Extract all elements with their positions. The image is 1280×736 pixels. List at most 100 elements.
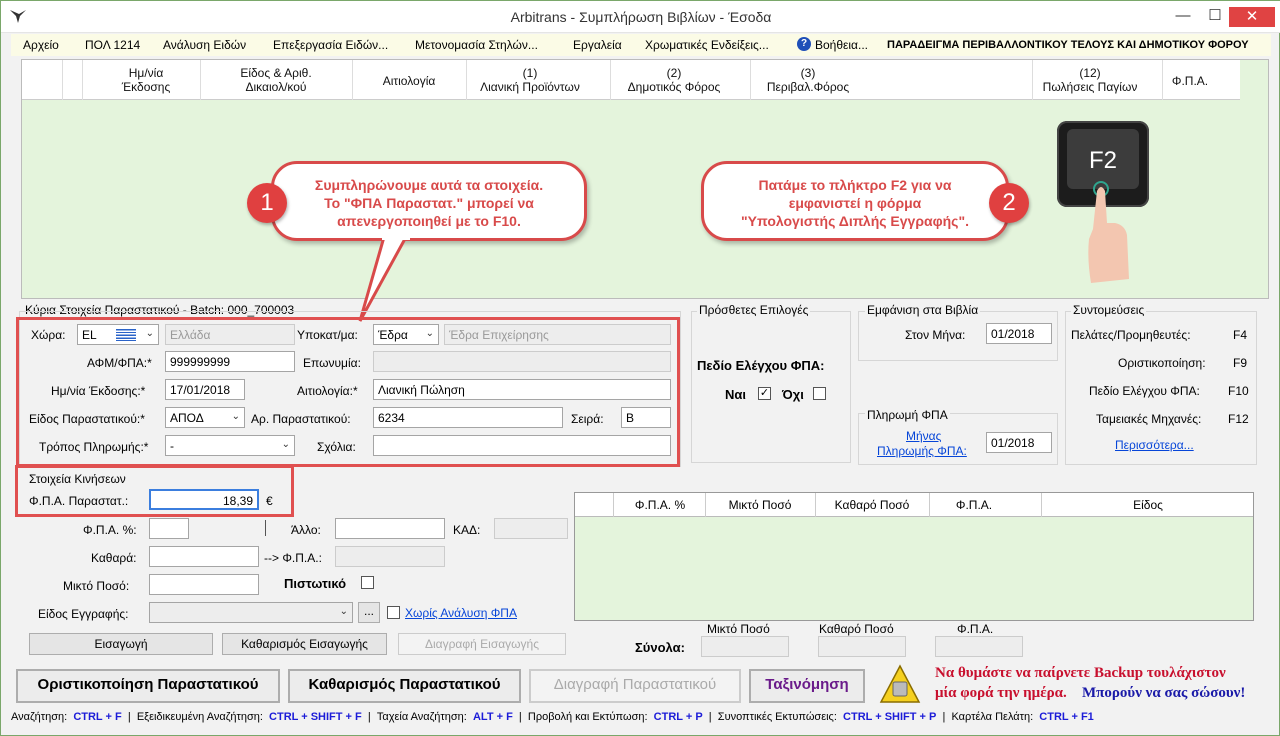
books-month-label: Στον Μήνα: [905, 328, 966, 342]
app-window: Arbitrans - Συμπλήρωση Βιβλίων - Έσοδα —… [0, 0, 1280, 736]
col-reason: Αιτιολογία [382, 74, 436, 88]
entry-type-browse-button[interactable]: ... [358, 602, 380, 623]
finger-press-icon [1088, 181, 1129, 283]
company-name-label: Επωνυμία: [303, 356, 361, 370]
menu-bar: Αρχείο ΠΟΛ 1214 Ανάλυση Ειδών Επεξεργασί… [11, 34, 1271, 56]
vat-payment-legend: Πληρωμή ΦΠΑ [865, 408, 950, 422]
status-adv-search-key: CTRL + SHIFT + F [269, 711, 362, 723]
series-input[interactable]: Β [621, 407, 671, 428]
status-search-key: CTRL + F [73, 711, 122, 723]
menu-item-editing[interactable]: Επεξεργασία Ειδών... [273, 38, 388, 52]
status-print-label: Προβολή και Εκτύπωση: [527, 711, 648, 723]
branch-select[interactable]: Έδρα ⌄ [373, 324, 439, 345]
menu-file[interactable]: Αρχείο [23, 38, 59, 52]
backup-note-line-1: Να θυμάστε να παίρνετε Backup τουλάχιστο… [935, 665, 1226, 681]
afm-input[interactable]: 999999999 [165, 351, 295, 372]
credit-checkbox[interactable] [361, 576, 374, 589]
help-icon: ? [797, 37, 811, 51]
vat-payment-month-link[interactable]: Μήνας [906, 429, 941, 443]
col-municipal-tax: (2) Δημοτικός Φόρος [627, 66, 721, 94]
greek-flag-icon [116, 329, 136, 341]
country-label: Χώρα: [31, 328, 66, 342]
chevron-down-icon: ⌄ [145, 328, 154, 339]
col-item-type: Είδος [1133, 498, 1163, 512]
documents-grid-header: Ημ/νία Έκδοσης Είδος & Αριθ. Δικαιολ/κού Α… [22, 60, 1240, 100]
entry-type-label: Είδος Εγγραφής: [38, 607, 129, 621]
company-name-field [373, 351, 671, 372]
close-button[interactable]: ✕ [1229, 7, 1275, 27]
col-vat-pct: Φ.Π.Α. % [634, 498, 686, 512]
col-retail: (1) Λιανική Προϊόντων [480, 66, 580, 94]
menu-help[interactable]: Βοήθεια... [815, 38, 868, 52]
no-vat-analysis-checkbox[interactable] [387, 606, 400, 619]
status-summary-print-key: CTRL + SHIFT + P [843, 711, 937, 723]
reason-input[interactable]: Λιανική Πώληση [373, 379, 671, 400]
other-label: Άλλο: [291, 523, 321, 537]
col-vat-amount: Φ.Π.Α. [955, 498, 993, 512]
afm-label: ΑΦΜ/ΦΠΑ:* [87, 356, 152, 370]
backup-note-line-2b: Μπορούν να σας σώσουν! [1082, 685, 1246, 701]
menu-color-indicators[interactable]: Χρωματικές Ενδείξεις... [645, 38, 769, 52]
status-customer-card-key: CTRL + F1 [1039, 711, 1094, 723]
maximize-button[interactable]: ☐ [1201, 5, 1229, 27]
lines-grid[interactable]: Φ.Π.Α. % Μικτό Ποσό Καθαρό Ποσό Φ.Π.Α. Ε… [574, 492, 1254, 621]
col-fixed-assets: (12) Πωλήσεις Παγίων [1042, 66, 1138, 94]
arrow-vat-label: --> Φ.Π.Α.: [264, 551, 322, 565]
reason-label: Αιτιολογία:* [297, 384, 358, 398]
payment-method-label: Τρόπος Πληρωμής:* [39, 440, 149, 454]
clear-document-button[interactable]: Καθαρισμός Παραστατικού [288, 669, 521, 703]
clear-insert-button[interactable]: Καθαρισμός Εισαγωγής [222, 633, 387, 655]
issue-date-label: Ημ/νία Έκδοσης:* [51, 384, 146, 398]
chevron-down-icon: ⌄ [281, 439, 290, 450]
books-month-input[interactable]: 01/2018 [986, 323, 1052, 344]
kad-label: ΚΑΔ: [453, 523, 481, 537]
col-issue-date: Ημ/νία Έκδοσης [121, 66, 171, 94]
entry-type-select[interactable]: ⌄ [149, 602, 353, 623]
col-doc-type: Είδος & Αριθ. Δικαιολ/κού [240, 66, 312, 94]
status-search-label: Αναζήτηση: [11, 711, 68, 723]
minimize-button[interactable]: — [1169, 5, 1197, 27]
col-environmental-tax: (3) Περιβαλ.Φόρος [766, 66, 850, 94]
backup-note-line-2a: μία φορά την ημέρα. [935, 685, 1067, 701]
menu-rename-columns[interactable]: Μετονομασία Στηλών... [415, 38, 538, 52]
gross-input[interactable] [149, 574, 259, 595]
totals-vat-field [935, 636, 1023, 657]
warning-icon [879, 664, 921, 703]
status-bar: Αναζήτηση: CTRL + F | Εξειδικευμένη Αναζ… [11, 711, 1094, 723]
shortcut-vat-field-key: F10 [1228, 384, 1249, 398]
doc-type-select[interactable]: ΑΠΟΔ ⌄ [165, 407, 245, 428]
vat-doc-input[interactable]: 18,39 [149, 489, 259, 510]
menu-tools[interactable]: Εργαλεία [573, 38, 622, 52]
net-input[interactable] [149, 546, 259, 567]
insert-button[interactable]: Εισαγωγή [29, 633, 213, 655]
menu-item-analysis[interactable]: Ανάλυση Ειδών [163, 38, 246, 52]
issue-date-input[interactable]: 17/01/2018 [165, 379, 245, 400]
shortcut-vat-field-label: Πεδίο Ελέγχου ΦΠΑ: [1089, 384, 1200, 398]
payment-method-select[interactable]: - ⌄ [165, 435, 295, 456]
vat-pct-input[interactable] [149, 518, 189, 539]
menu-pol-1214[interactable]: ΠΟΛ 1214 [85, 38, 140, 52]
shortcuts-more-link[interactable]: Περισσότερα... [1115, 438, 1194, 452]
country-select[interactable]: EL ⌄ [77, 324, 159, 345]
delete-document-button[interactable]: Διαγραφή Παραστατικού [529, 669, 741, 703]
delete-insert-button[interactable]: Διαγραφή Εισαγωγής [398, 633, 566, 655]
doc-number-input[interactable]: 6234 [373, 407, 563, 428]
status-customer-card-label: Καρτέλα Πελάτη: [951, 711, 1034, 723]
comments-input[interactable] [373, 435, 671, 456]
chevron-down-icon: ⌄ [339, 606, 348, 617]
totals-vat-header: Φ.Π.Α. [957, 622, 994, 636]
yes-checkbox[interactable]: ✓ [758, 387, 771, 400]
shortcut-customers-key: F4 [1233, 328, 1248, 342]
vat-payment-month-input[interactable]: 01/2018 [986, 432, 1052, 453]
computed-vat-field [335, 546, 445, 567]
other-input[interactable] [335, 518, 445, 539]
shortcut-cash-registers-label: Ταμειακές Μηχανές: [1096, 412, 1202, 426]
finalize-button[interactable]: Οριστικοποίηση Παραστατικού [16, 669, 280, 703]
vat-payment-month-link-2[interactable]: Πληρωμής ΦΠΑ: [877, 444, 967, 458]
gross-label: Μικτό Ποσό: [63, 579, 130, 593]
title-bar: Arbitrans - Συμπλήρωση Βιβλίων - Έσοδα —… [1, 1, 1280, 33]
sort-button[interactable]: Ταξινόμηση [749, 669, 865, 703]
doc-type-label: Είδος Παραστατικού:* [29, 412, 145, 426]
no-checkbox[interactable] [813, 387, 826, 400]
no-vat-analysis-link[interactable]: Χωρίς Ανάλυση ΦΠΑ [405, 606, 517, 620]
